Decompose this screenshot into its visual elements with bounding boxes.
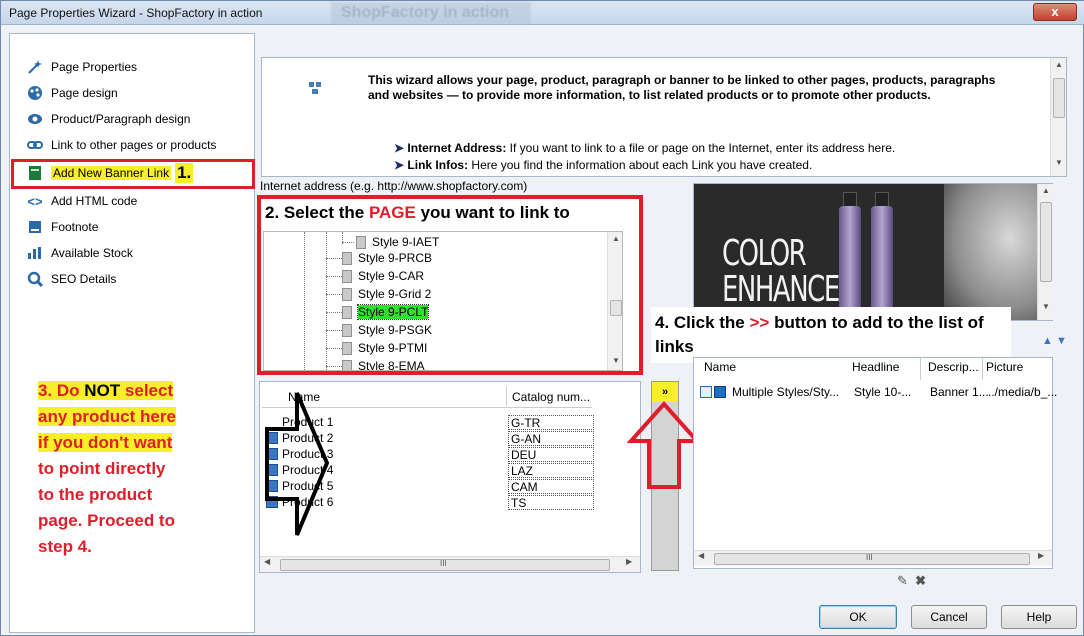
sidebar-item-link-pages[interactable]: Link to other pages or products — [27, 135, 216, 155]
tree-scrollbar[interactable]: ▲ ▼ — [607, 232, 622, 370]
tree-item[interactable]: Style 9-Grid 2 — [342, 286, 431, 302]
page-icon — [342, 269, 352, 283]
delete-icon[interactable]: ✖ — [915, 573, 926, 588]
tree-item[interactable]: Style 9-PTMI — [342, 340, 427, 356]
sidebar-item-label: Link to other pages or products — [51, 138, 217, 152]
page-tree[interactable]: Style 9-IAET Style 9-PRCB Style 9-CAR St… — [263, 231, 623, 371]
sidebar-item-label: SEO Details — [51, 272, 117, 286]
column-header-picture[interactable]: Picture — [986, 360, 1023, 374]
info-bullet-link-infos: ➤ Link Infos: Here you find the informat… — [394, 158, 813, 172]
preview-scrollbar[interactable]: ▲ ▼ — [1037, 184, 1053, 320]
footnote-icon — [27, 219, 43, 235]
background-window-title: ShopFactory in action — [331, 2, 531, 24]
info-text: This wizard allows your page, product, p… — [368, 73, 996, 102]
tree-item[interactable]: Style 9-CAR — [342, 268, 424, 284]
page-icon — [342, 251, 352, 265]
title-bar[interactable]: Page Properties Wizard - ShopFactory in … — [1, 1, 1084, 25]
step1-highlight-box — [11, 159, 255, 189]
column-header-description[interactable]: Descrip... — [928, 360, 979, 374]
banner-preview: COLOR ENHANCE ▲ ▼ — [693, 183, 1053, 321]
cancel-button[interactable]: Cancel — [911, 605, 987, 629]
sidebar-item-label: Footnote — [51, 220, 99, 234]
pencil-icon[interactable]: ✎ — [897, 573, 908, 588]
eye-icon — [27, 111, 43, 127]
step3-annotation: 3. Do NOT select any product here if you… — [38, 381, 176, 556]
page-icon — [356, 235, 366, 249]
column-header-headline[interactable]: Headline — [852, 360, 899, 374]
wizard-icon — [27, 59, 43, 75]
page-icon — [342, 323, 352, 337]
info-panel: This wizard allows your page, product, p… — [261, 57, 1067, 177]
sidebar-item-label: Available Stock — [51, 246, 133, 260]
page-icon — [342, 359, 352, 370]
tree-item[interactable]: Style 8-EMA — [342, 358, 425, 370]
sidebar-item-label: Product/Paragraph design — [51, 112, 191, 126]
sidebar-item-available-stock[interactable]: Available Stock — [27, 243, 133, 263]
code-icon: <> — [27, 193, 43, 209]
close-button[interactable]: x — [1033, 3, 1077, 21]
page-icon — [342, 305, 352, 319]
ok-button[interactable]: OK — [819, 605, 897, 629]
window-title: Page Properties Wizard - ShopFactory in … — [9, 6, 263, 20]
sidebar-item-page-properties[interactable]: Page Properties — [27, 57, 137, 77]
sidebar-item-label: Page design — [51, 86, 118, 100]
tree-item[interactable]: Style 9-PRCB — [342, 250, 432, 266]
double-chevron-icon: » — [652, 382, 678, 402]
tree-item[interactable]: Style 9-PSGK — [342, 322, 432, 338]
products-hscrollbar[interactable]: ◀ III ▶ — [260, 556, 640, 572]
info-bullet-internet: ➤ Internet Address: If you want to link … — [394, 141, 896, 155]
list-item[interactable]: Multiple Styles/Sty... Style 10-... Bann… — [698, 384, 1057, 402]
banner-icon — [714, 386, 726, 398]
step2-label: 2. Select the PAGE you want to link to — [265, 203, 570, 222]
banner-image: COLOR ENHANCE — [694, 184, 1038, 320]
tree-item-selected[interactable]: Style 9-PCLT — [342, 304, 430, 320]
sidebar-item-label: Add HTML code — [51, 194, 138, 208]
sidebar-item-product-paragraph-design[interactable]: Product/Paragraph design — [27, 109, 190, 129]
model-photo — [944, 184, 1038, 320]
arrow-up-icon — [627, 401, 701, 489]
arrow-right-icon — [265, 392, 330, 536]
wizard-window: Page Properties Wizard - ShopFactory in … — [0, 0, 1084, 636]
sidebar-item-add-html[interactable]: <> Add HTML code — [27, 191, 137, 211]
wizard-icon — [308, 80, 324, 96]
step4-label: 4. Click the >> button to add to the lis… — [651, 307, 1011, 363]
tree-item[interactable]: Style 9-IAET — [356, 234, 439, 250]
sidebar-item-footnote[interactable]: Footnote — [27, 217, 98, 237]
link-tools: ✎ ✖ — [897, 573, 926, 589]
link-icon — [27, 137, 43, 153]
column-header-catalog[interactable]: Catalog num... — [512, 390, 590, 404]
link-type-icon — [700, 386, 712, 398]
sidebar-item-page-design[interactable]: Page design — [27, 83, 118, 103]
banner-text: COLOR ENHANCE — [722, 233, 840, 310]
links-list: Name Headline Descrip... Picture Multipl… — [693, 357, 1057, 569]
search-icon — [27, 271, 43, 287]
step2-highlight-box: 2. Select the PAGE you want to link to S… — [257, 195, 643, 375]
internet-address-label: Internet address (e.g. http://www.shopfa… — [260, 179, 528, 193]
sidebar-item-seo-details[interactable]: SEO Details — [27, 269, 116, 289]
page-icon — [342, 341, 352, 355]
palette-icon — [27, 85, 43, 101]
page-icon — [342, 287, 352, 301]
links-hscrollbar[interactable]: ◀ III ▶ — [694, 550, 1052, 566]
column-header-name[interactable]: Name — [704, 360, 736, 374]
help-button[interactable]: Help — [1001, 605, 1077, 629]
sidebar-item-label: Page Properties — [51, 60, 138, 74]
stock-icon — [27, 245, 43, 261]
move-arrows-icon[interactable]: ▲ ▼ — [1042, 335, 1067, 347]
info-scrollbar[interactable]: ▲ ▼ — [1050, 58, 1066, 176]
